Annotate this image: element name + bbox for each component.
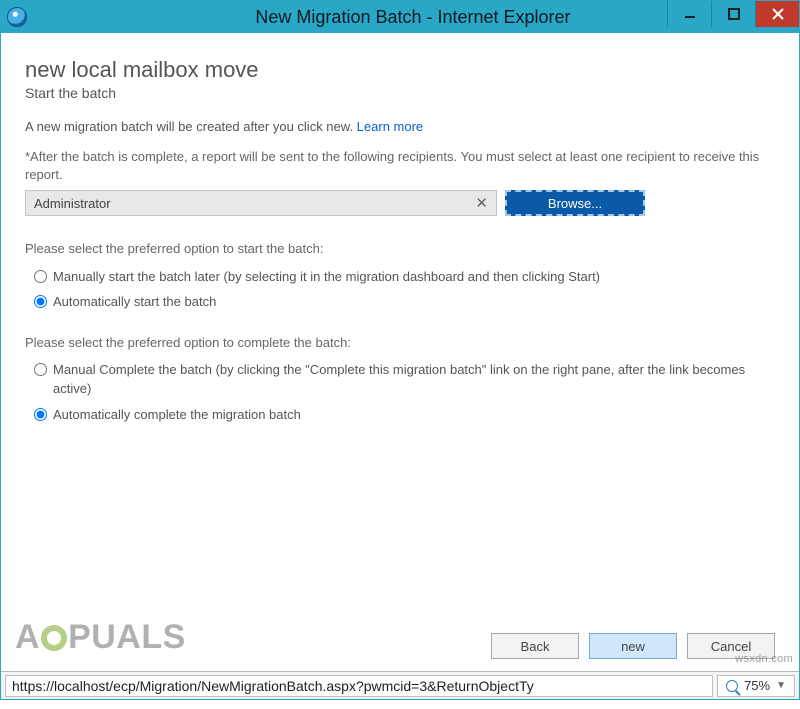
watermark-text: ALS	[116, 618, 186, 657]
start-manual-label: Manually start the batch later (by selec…	[53, 267, 600, 287]
start-radio-manual[interactable]	[34, 270, 47, 283]
zoom-icon	[726, 680, 738, 692]
browser-window: New Migration Batch - Internet Explorer …	[0, 0, 800, 700]
start-option-manual[interactable]: Manually start the batch later (by selec…	[29, 265, 775, 287]
watermark-site: wsxdn.com	[735, 653, 793, 665]
window-controls	[667, 1, 799, 27]
wizard-footer: Back new Cancel	[491, 633, 775, 659]
titlebar: New Migration Batch - Internet Explorer	[1, 1, 799, 33]
page-subtitle: Start the batch	[25, 85, 775, 101]
complete-option-manual[interactable]: Manual Complete the batch (by clicking t…	[29, 358, 775, 399]
start-radio-auto[interactable]	[34, 295, 47, 308]
recipients-instruction: *After the batch is complete, a report w…	[25, 148, 775, 184]
complete-radio-auto[interactable]	[34, 408, 47, 421]
start-option-auto[interactable]: Automatically start the batch	[29, 290, 775, 312]
maximize-button[interactable]	[711, 1, 755, 27]
close-icon	[772, 8, 784, 20]
watermark-ring-icon	[41, 625, 67, 651]
recipient-value: Administrator	[34, 196, 111, 211]
wizard-content: new local mailbox move Start the batch A…	[1, 33, 799, 643]
clear-recipient-icon[interactable]: ✕	[475, 194, 488, 212]
maximize-icon	[728, 8, 740, 20]
close-button[interactable]	[755, 1, 799, 27]
complete-radio-manual[interactable]	[34, 363, 47, 376]
url-display[interactable]: https://localhost/ecp/Migration/NewMigra…	[5, 675, 713, 697]
start-auto-label: Automatically start the batch	[53, 292, 216, 312]
watermark-logo: A PU ALS	[15, 618, 186, 657]
start-prompt: Please select the preferred option to st…	[25, 240, 775, 258]
learn-more-link[interactable]: Learn more	[357, 119, 423, 134]
watermark-text: A	[15, 618, 40, 657]
recipient-input[interactable]: Administrator ✕	[25, 190, 497, 216]
zoom-value: 75%	[744, 678, 770, 693]
intro-text: A new migration batch will be created af…	[25, 119, 357, 134]
browse-button[interactable]: Browse...	[505, 190, 645, 216]
zoom-control[interactable]: 75% ▼	[717, 675, 795, 697]
complete-prompt: Please select the preferred option to co…	[25, 334, 775, 352]
page-title: new local mailbox move	[25, 57, 775, 83]
chevron-down-icon: ▼	[776, 680, 786, 691]
complete-option-auto[interactable]: Automatically complete the migration bat…	[29, 403, 775, 425]
intro-line: A new migration batch will be created af…	[25, 119, 775, 134]
minimize-button[interactable]	[667, 1, 711, 27]
recipient-row: Administrator ✕ Browse...	[25, 190, 645, 216]
ie-icon	[7, 7, 27, 27]
watermark-text: PU	[68, 618, 116, 657]
back-button[interactable]: Back	[491, 633, 579, 659]
statusbar: https://localhost/ecp/Migration/NewMigra…	[1, 671, 799, 699]
complete-auto-label: Automatically complete the migration bat…	[53, 405, 301, 425]
new-button[interactable]: new	[589, 633, 677, 659]
complete-manual-label: Manual Complete the batch (by clicking t…	[53, 360, 775, 399]
minimize-icon	[684, 8, 696, 20]
